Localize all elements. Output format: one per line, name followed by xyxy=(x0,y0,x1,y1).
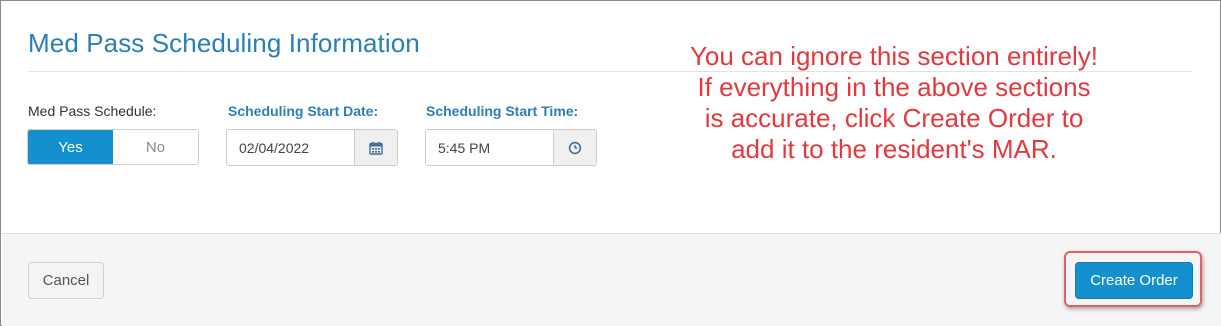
start-time-field[interactable]: 5:45 PM xyxy=(425,129,597,166)
calendar-icon xyxy=(369,141,383,155)
start-time-label: Scheduling Start Time: xyxy=(426,103,579,119)
clock-icon xyxy=(568,141,582,154)
schedule-no-option[interactable]: No xyxy=(113,130,198,164)
section-title: Med Pass Scheduling Information xyxy=(28,28,420,58)
calendar-button[interactable] xyxy=(354,130,397,165)
dialog-footer xyxy=(2,233,1221,326)
med-pass-schedule-toggle: Yes No xyxy=(27,129,199,165)
clock-button[interactable] xyxy=(553,130,596,165)
create-order-button[interactable]: Create Order xyxy=(1075,262,1193,299)
dialog-panel: Med Pass Scheduling Information Med Pass… xyxy=(0,0,1221,326)
schedule-yes-option[interactable]: Yes xyxy=(28,130,113,164)
start-time-value[interactable]: 5:45 PM xyxy=(426,130,553,165)
annotation-callout: You can ignore this section entirely! If… xyxy=(689,41,1099,164)
cancel-button[interactable]: Cancel xyxy=(28,262,104,299)
start-date-value[interactable]: 02/04/2022 xyxy=(227,130,354,165)
med-pass-schedule-label: Med Pass Schedule: xyxy=(28,103,157,119)
start-date-field[interactable]: 02/04/2022 xyxy=(226,129,398,166)
start-date-label: Scheduling Start Date: xyxy=(228,103,379,119)
